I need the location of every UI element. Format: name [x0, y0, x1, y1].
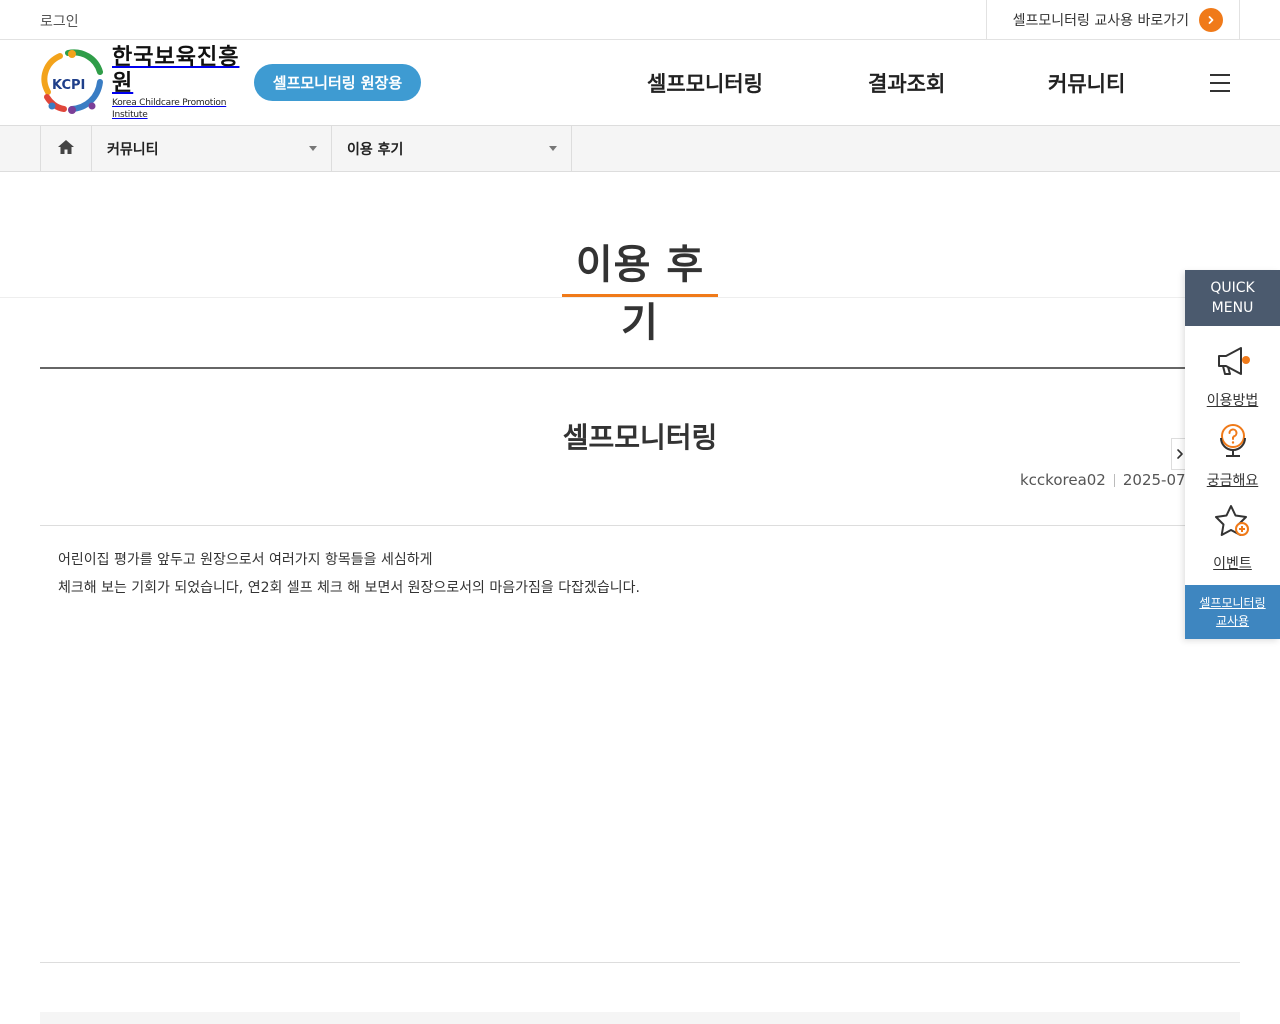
quick-item-event[interactable]: 이벤트: [1185, 503, 1280, 573]
page-title-area: 이용 후기: [0, 172, 1280, 346]
quick-item-label: 궁금해요: [1206, 473, 1259, 489]
quick-teacher-line2: 교사용: [1215, 614, 1250, 628]
meta-divider: [1113, 473, 1115, 487]
teacher-site-link-label: 셀프모니터링 교사용 바로가기: [1012, 13, 1189, 29]
quick-item-label: 이용방법: [1206, 393, 1259, 409]
caret-down-icon: [549, 146, 557, 151]
site-header: 한국보육진흥원 Korea Childcare Promotion Instit…: [0, 40, 1280, 126]
site-logo[interactable]: 한국보육진흥원 Korea Childcare Promotion Instit…: [38, 45, 250, 120]
home-icon: [57, 139, 75, 159]
title-underline: [562, 294, 718, 297]
breadcrumb-select-board[interactable]: 이용 후기: [332, 126, 572, 172]
breadcrumb: 커뮤니티 이용 후기: [0, 126, 1280, 172]
menu-icon[interactable]: [1210, 74, 1230, 92]
caret-down-icon: [309, 146, 317, 151]
post-body: 어린이집 평가를 앞두고 원장으로서 여러가지 항목들을 세심하게 체크해 보는…: [58, 546, 1158, 602]
post-body-line: 체크해 보는 기회가 되었습니다, 연2회 셀프 체크 해 보면서 원장으로서의…: [58, 580, 640, 596]
login-link[interactable]: 로그인: [40, 11, 79, 31]
page-title: 이용 후기: [575, 242, 705, 346]
breadcrumb-select-category[interactable]: 커뮤니티: [92, 126, 332, 172]
megaphone-icon: [1185, 344, 1280, 382]
quick-item-how-to-use[interactable]: 이용방법: [1185, 344, 1280, 410]
nav-community[interactable]: 커뮤니티: [1048, 68, 1125, 98]
quick-menu-title-line1: QUICK: [1210, 280, 1255, 296]
quick-menu: QUICK MENU 이용방법 궁금해요 이벤트 셀프모니터링 교사용: [1185, 270, 1280, 639]
teacher-site-link[interactable]: 셀프모니터링 교사용 바로가기: [986, 0, 1240, 40]
quick-item-label: 이벤트: [1213, 556, 1252, 572]
post-bottom-divider: [40, 962, 1240, 963]
bottom-button-area: [40, 1012, 1240, 1024]
quick-menu-title-line2: MENU: [1211, 300, 1254, 316]
logo-name-en: Korea Childcare Promotion Institute: [112, 98, 227, 120]
chevron-right-icon: [1199, 8, 1223, 32]
nav-self-monitoring[interactable]: 셀프모니터링: [647, 68, 763, 98]
logo-badge: KCPI: [52, 78, 86, 93]
breadcrumb-category-label: 커뮤니티: [107, 142, 159, 158]
quick-teacher-line1: 셀프모니터링: [1199, 596, 1266, 610]
quick-menu-header: QUICK MENU: [1185, 270, 1280, 326]
post-top-divider: [40, 367, 1240, 369]
quick-item-faq[interactable]: 궁금해요: [1185, 420, 1280, 490]
top-utility-bar: 로그인 셀프모니터링 교사용 바로가기: [0, 0, 1280, 40]
post-body-line: 어린이집 평가를 앞두고 원장으로서 여러가지 항목들을 세심하게: [58, 552, 433, 568]
post-author: kcckorea02: [1020, 471, 1106, 489]
breadcrumb-board-label: 이용 후기: [347, 142, 404, 158]
post-title: 셀프모니터링: [562, 421, 718, 454]
home-button[interactable]: [40, 126, 92, 172]
logo-name-ko: 한국보육진흥원: [112, 45, 240, 96]
nav-results[interactable]: 결과조회: [868, 68, 945, 98]
chevron-right-icon: [1176, 445, 1184, 464]
post-header-divider: [40, 525, 1240, 526]
star-icon: [1185, 503, 1280, 545]
quick-item-teacher[interactable]: 셀프모니터링 교사용: [1185, 585, 1280, 639]
role-badge: 셀프모니터링 원장용: [254, 64, 421, 101]
question-globe-icon: [1185, 420, 1280, 462]
